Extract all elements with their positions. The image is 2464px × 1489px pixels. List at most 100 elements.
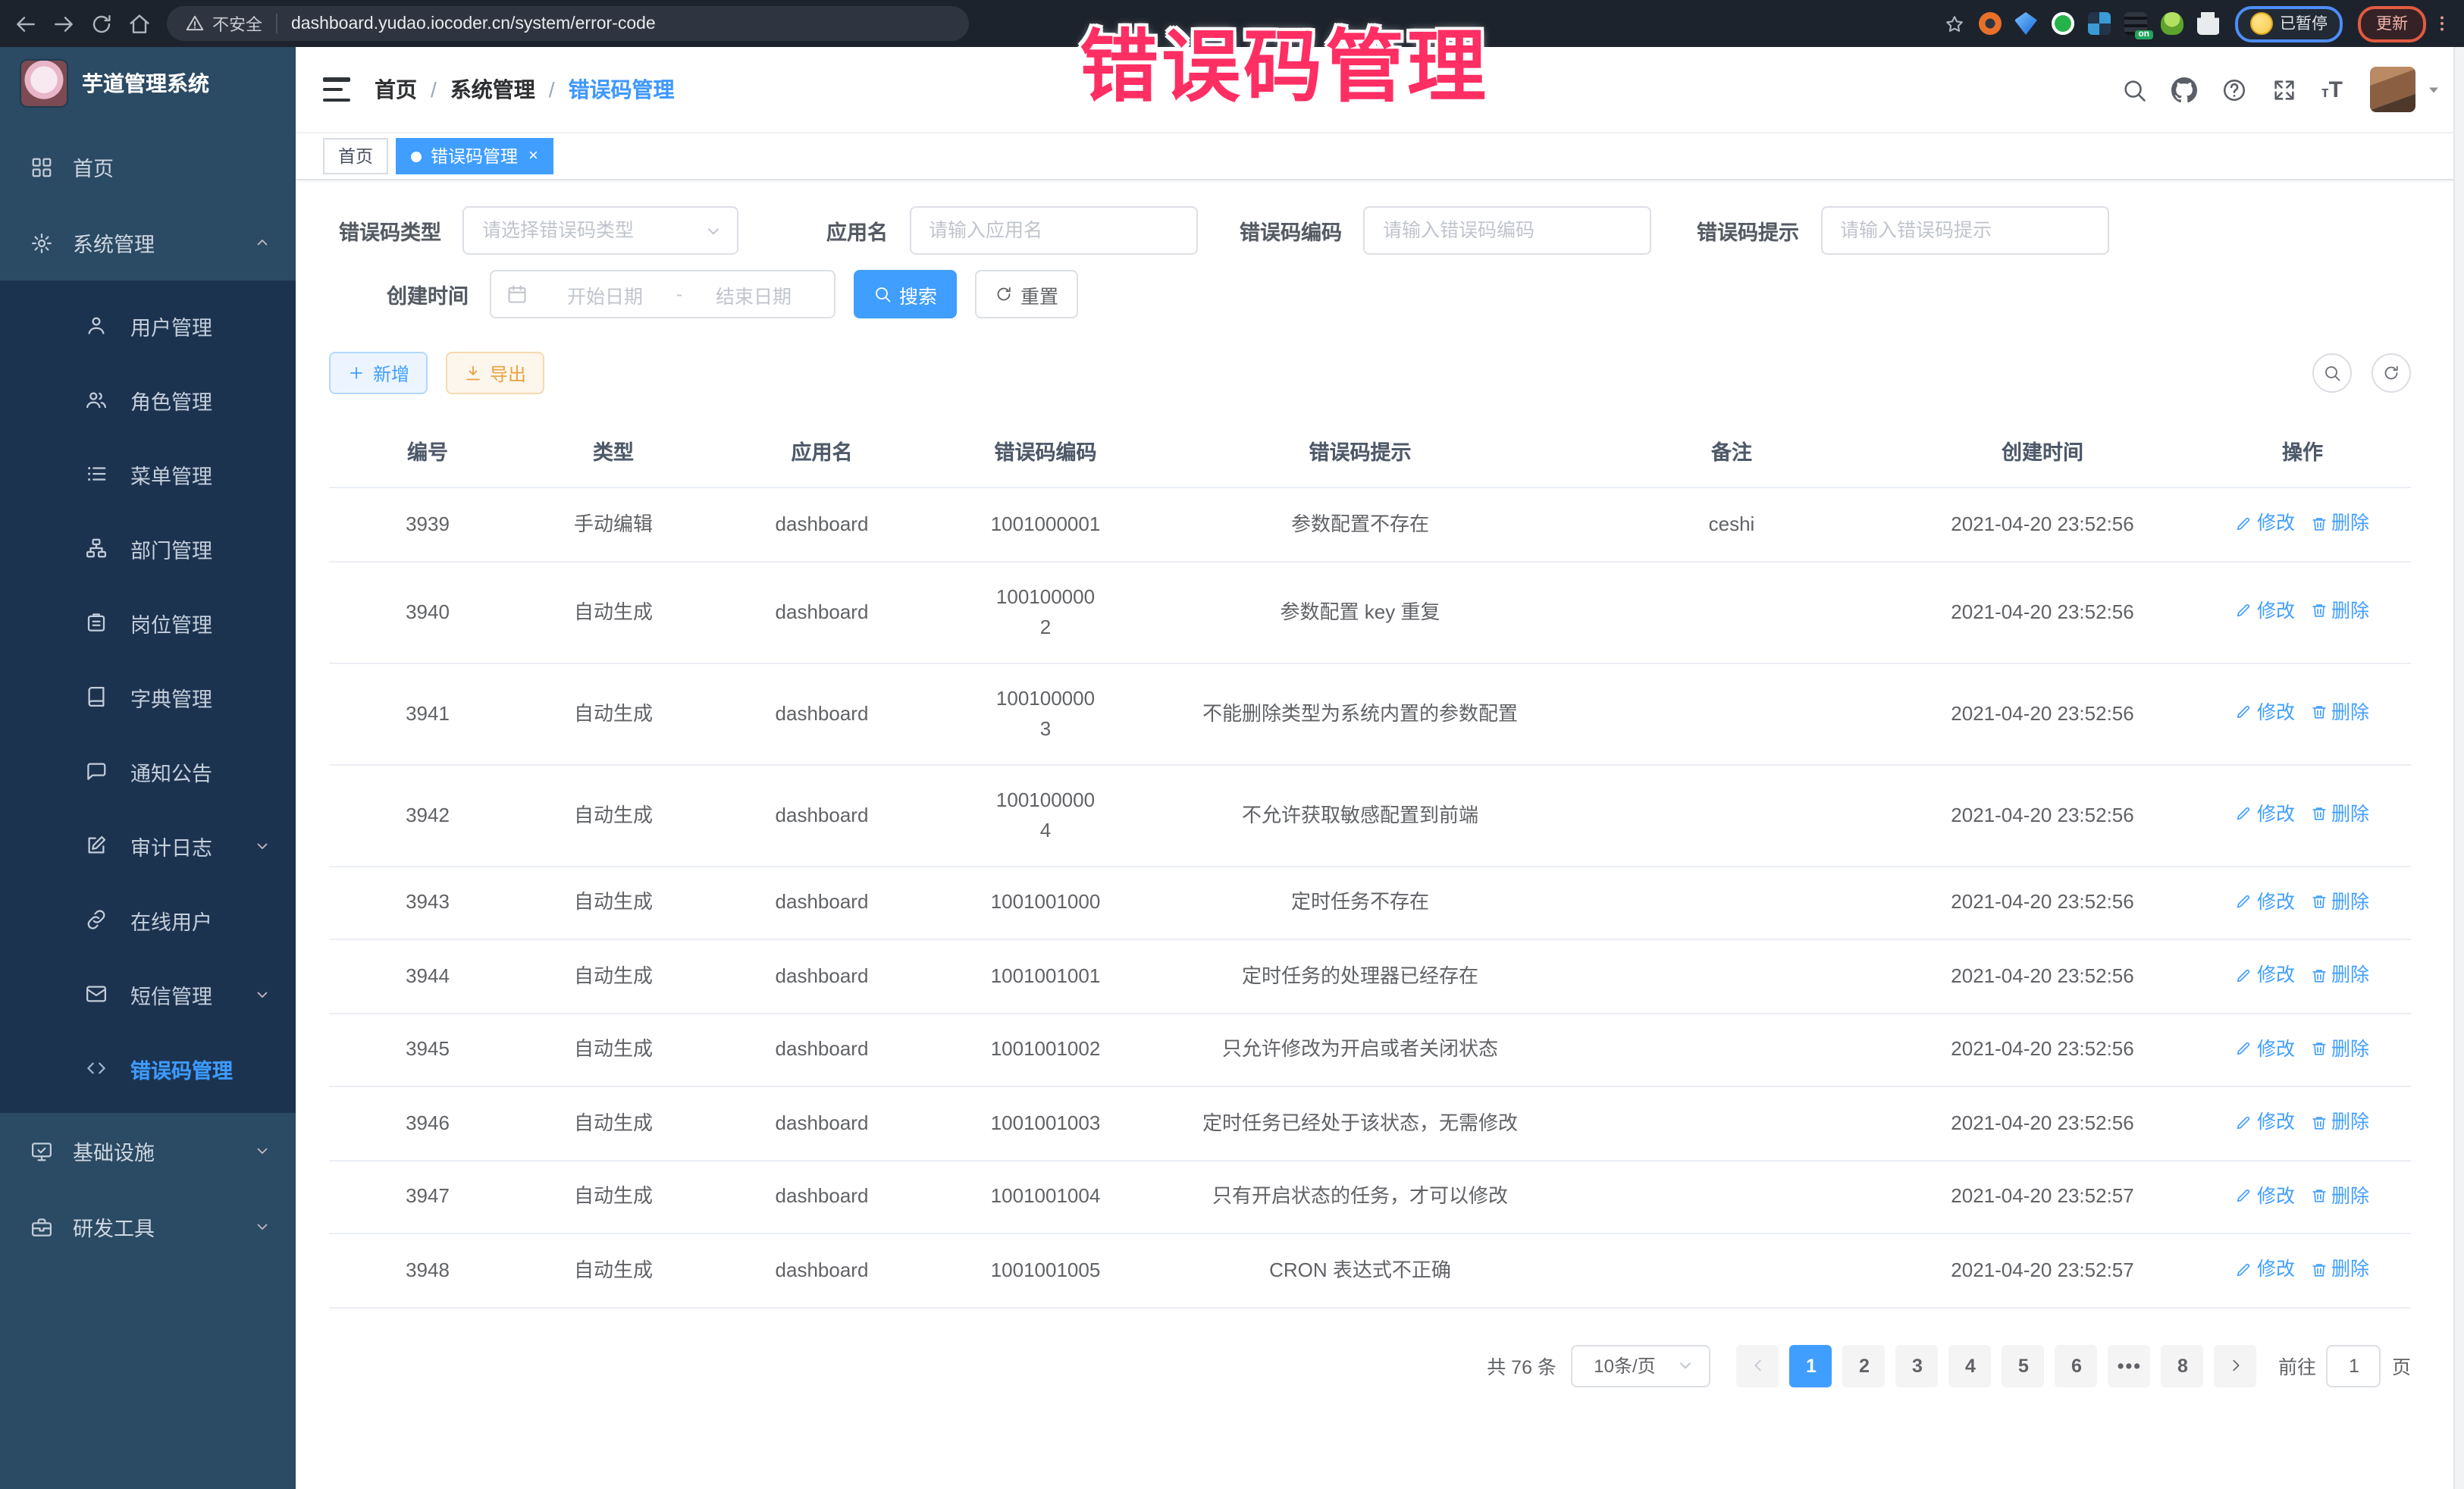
edit-link[interactable]: 修改 xyxy=(2236,1033,2295,1064)
sidebar-item-sms[interactable]: 短信管理 xyxy=(0,957,296,1031)
cell-msg: 定时任务的处理器已经存在 xyxy=(1148,942,1572,1011)
sidebar-item-role[interactable]: 角色管理 xyxy=(0,362,296,437)
delete-link[interactable]: 删除 xyxy=(2310,799,2369,829)
gear-icon xyxy=(30,231,53,254)
breadcrumb-home[interactable]: 首页 xyxy=(375,74,417,105)
sidebar-item-label: 研发工具 xyxy=(73,1212,155,1242)
delete-link[interactable]: 删除 xyxy=(2310,886,2369,917)
sidebar-item-dept[interactable]: 部门管理 xyxy=(0,511,296,585)
sidebar-item-label: 字典管理 xyxy=(130,682,212,712)
delete-link[interactable]: 删除 xyxy=(2310,1180,2369,1211)
page-button-3[interactable]: 3 xyxy=(1896,1344,1939,1387)
header-search-icon[interactable] xyxy=(2121,77,2147,102)
trash-icon xyxy=(2310,515,2327,531)
bookmark-star-icon[interactable] xyxy=(1943,13,1964,34)
page-button-2[interactable]: 2 xyxy=(1843,1344,1886,1387)
delete-link[interactable]: 删除 xyxy=(2310,508,2369,538)
edit-link[interactable]: 修改 xyxy=(2236,799,2295,829)
sidebar-item-home[interactable]: 首页 xyxy=(0,129,296,205)
page-size-select[interactable]: 10条/页 xyxy=(1572,1344,1711,1387)
page-button-4[interactable]: 4 xyxy=(1949,1344,1992,1387)
goto-page-input[interactable] xyxy=(2327,1344,2381,1387)
edit-link[interactable]: 修改 xyxy=(2236,1107,2295,1137)
cell-type: 自动生成 xyxy=(526,942,701,1011)
app-logo-block[interactable]: 芋道管理系统 xyxy=(0,47,296,120)
delete-link[interactable]: 删除 xyxy=(2310,596,2369,626)
toggle-search-button[interactable] xyxy=(2312,353,2352,393)
refresh-table-button[interactable] xyxy=(2372,353,2411,393)
tab-home[interactable]: 首页 xyxy=(323,138,388,174)
page-button-5[interactable]: 5 xyxy=(2002,1344,2045,1387)
sidebar-item-system[interactable]: 系统管理 xyxy=(0,205,296,281)
reset-button[interactable]: 重置 xyxy=(975,270,1078,318)
browser-menu-dots-icon[interactable] xyxy=(2432,14,2452,33)
extension-icon-3[interactable] xyxy=(2051,12,2074,35)
browser-reload-icon[interactable] xyxy=(89,11,114,36)
extension-icon-6[interactable] xyxy=(2160,12,2183,35)
update-button[interactable]: 更新 xyxy=(2358,5,2426,42)
error-type-select[interactable] xyxy=(462,206,738,255)
edit-link[interactable]: 修改 xyxy=(2236,697,2295,728)
edit-link[interactable]: 修改 xyxy=(2236,1254,2295,1284)
browser-back-icon[interactable] xyxy=(14,11,38,36)
app-name-input[interactable] xyxy=(909,206,1197,255)
sidebar-item-infra[interactable]: 基础设施 xyxy=(0,1113,296,1189)
tab-error-code[interactable]: 错误码管理 × xyxy=(396,138,553,174)
delete-link[interactable]: 删除 xyxy=(2310,1254,2369,1284)
page-button-6[interactable]: 6 xyxy=(2055,1344,2098,1387)
next-page-button[interactable] xyxy=(2215,1344,2257,1387)
page-button-1[interactable]: 1 xyxy=(1790,1344,1832,1387)
sidebar-item-dict[interactable]: 字典管理 xyxy=(0,660,296,734)
browser-forward-icon[interactable] xyxy=(52,11,76,36)
user-avatar[interactable] xyxy=(2370,67,2415,112)
address-bar[interactable]: 不安全 dashboard.yudao.iocoder.cn/system/er… xyxy=(167,6,969,41)
edit-link[interactable]: 修改 xyxy=(2236,1180,2295,1211)
extension-icon-1[interactable] xyxy=(1978,12,2001,35)
page-ellipsis[interactable]: ••• xyxy=(2108,1344,2151,1387)
prev-page-button[interactable] xyxy=(1737,1344,1779,1387)
extension-icon-5[interactable]: on xyxy=(2124,12,2146,35)
sidebar-item-audit-log[interactable]: 审计日志 xyxy=(0,808,296,882)
font-size-icon[interactable]: тT xyxy=(2321,77,2343,102)
chevron-down-icon xyxy=(704,221,723,240)
sidebar-item-devtools[interactable]: 研发工具 xyxy=(0,1189,296,1265)
avatar-caret-down-icon[interactable] xyxy=(2425,80,2443,99)
error-code-input[interactable] xyxy=(1363,206,1651,255)
export-button[interactable]: 导出 xyxy=(446,352,544,394)
delete-link[interactable]: 删除 xyxy=(2310,697,2369,728)
edit-link[interactable]: 修改 xyxy=(2236,960,2295,990)
delete-link[interactable]: 删除 xyxy=(2310,1107,2369,1137)
sidebar-item-menu[interactable]: 菜单管理 xyxy=(0,437,296,511)
extension-icon-4[interactable] xyxy=(2087,12,2110,35)
sidebar-item-post[interactable]: 岗位管理 xyxy=(0,585,296,660)
browser-home-icon[interactable] xyxy=(127,11,152,36)
pencil-icon xyxy=(2236,1187,2252,1204)
cell-type: 手动编辑 xyxy=(526,490,701,560)
sidebar-item-online-user[interactable]: 在线用户 xyxy=(0,882,296,957)
delete-link[interactable]: 删除 xyxy=(2310,1033,2369,1064)
help-icon[interactable] xyxy=(2221,77,2247,102)
book-icon xyxy=(85,685,108,708)
sidebar-item-user[interactable]: 用户管理 xyxy=(0,288,296,362)
add-button[interactable]: 新增 xyxy=(329,352,428,394)
search-button[interactable]: 搜索 xyxy=(854,270,957,318)
extension-icon-2[interactable] xyxy=(2014,12,2037,35)
error-msg-input[interactable] xyxy=(1820,206,2108,255)
edit-link[interactable]: 修改 xyxy=(2236,508,2295,538)
github-icon[interactable] xyxy=(2171,77,2197,102)
sidebar-item-notice[interactable]: 通知公告 xyxy=(0,734,296,808)
page-button-8[interactable]: 8 xyxy=(2161,1344,2204,1387)
delete-link[interactable]: 删除 xyxy=(2310,960,2369,990)
page-scrollbar[interactable] xyxy=(2453,47,2464,1489)
date-range-picker[interactable]: 开始日期 - 结束日期 xyxy=(490,270,835,318)
fullscreen-icon[interactable] xyxy=(2271,77,2297,102)
tab-close-icon[interactable]: × xyxy=(528,148,538,165)
hamburger-menu-icon[interactable] xyxy=(323,77,350,102)
paused-badge[interactable]: 已暂停 xyxy=(2234,5,2343,42)
extension-puzzle-icon[interactable] xyxy=(2196,12,2219,35)
edit-link[interactable]: 修改 xyxy=(2236,596,2295,626)
edit-link[interactable]: 修改 xyxy=(2236,886,2295,917)
filter-label-date: 创建时间 xyxy=(387,279,469,309)
breadcrumb-system[interactable]: 系统管理 xyxy=(450,74,535,105)
sidebar-item-error-code[interactable]: 错误码管理 xyxy=(0,1031,296,1105)
